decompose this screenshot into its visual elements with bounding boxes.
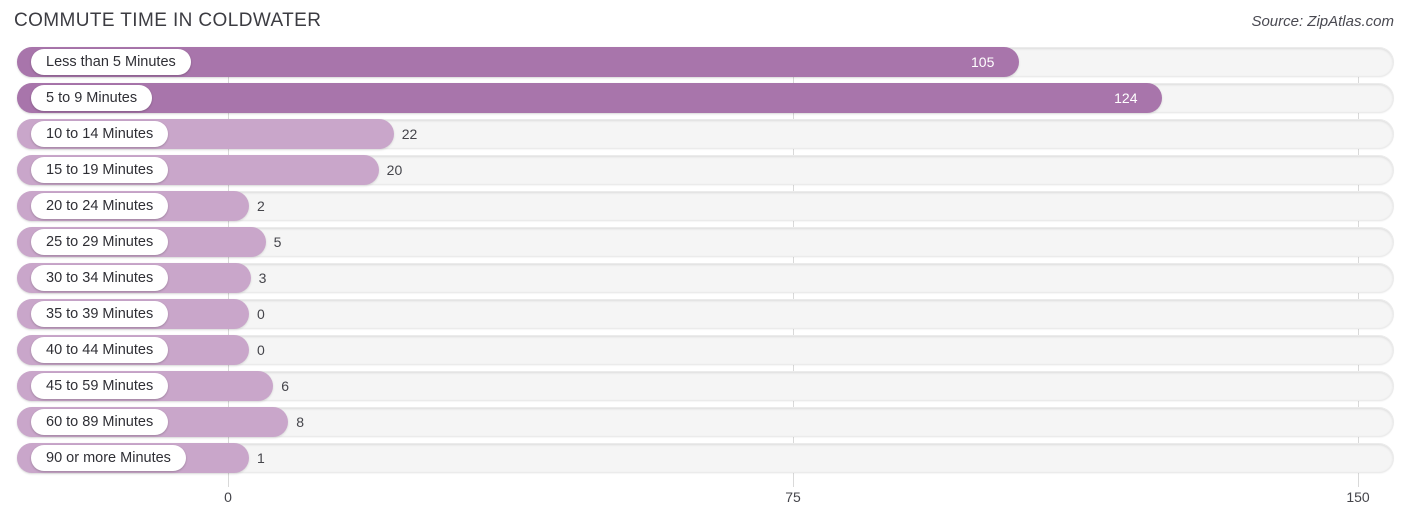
category-label: 60 to 89 Minutes — [31, 409, 169, 435]
bar-value-label: 2 — [257, 198, 265, 214]
bar-value-label: 105 — [971, 54, 995, 70]
table-row[interactable]: 20 15 to 19 Minutes — [0, 155, 1406, 185]
category-label: 20 to 24 Minutes — [31, 193, 169, 219]
table-row[interactable]: 3 30 to 34 Minutes — [0, 263, 1406, 293]
category-label: 10 to 14 Minutes — [31, 121, 169, 147]
bar[interactable] — [17, 83, 1163, 113]
category-label: 15 to 19 Minutes — [31, 157, 169, 183]
bar-rows: 105 Less than 5 Minutes 124 5 to 9 Minutes 2… — [0, 47, 1406, 479]
bar-value-label: 1 — [257, 450, 265, 466]
table-row[interactable]: 22 10 to 14 Minutes — [0, 119, 1406, 149]
category-label: Less than 5 Minutes — [31, 49, 191, 75]
category-label: 30 to 34 Minutes — [31, 265, 169, 291]
table-row[interactable]: 8 60 to 89 Minutes — [0, 407, 1406, 437]
table-row[interactable]: 6 45 to 59 Minutes — [0, 371, 1406, 401]
category-label: 25 to 29 Minutes — [31, 229, 169, 255]
table-row[interactable]: 0 35 to 39 Minutes — [0, 299, 1406, 329]
bar-value-label: 0 — [257, 306, 265, 322]
x-tick-label: 0 — [224, 489, 232, 505]
page-title: COMMUTE TIME IN COLDWATER — [14, 10, 322, 31]
bar-value-label: 3 — [258, 270, 267, 286]
x-axis: 0 75 150 — [0, 487, 1406, 523]
plot-area: 105 Less than 5 Minutes 124 5 to 9 Minutes 2… — [0, 47, 1406, 487]
chart-page: COMMUTE TIME IN COLDWATER Source: ZipAtl… — [0, 0, 1406, 523]
category-label: 90 or more Minutes — [31, 445, 186, 471]
table-row[interactable]: 1 90 or more Minutes — [0, 443, 1406, 473]
category-label: 45 to 59 Minutes — [31, 373, 169, 399]
bar-value-label: 0 — [257, 342, 265, 358]
category-label: 5 to 9 Minutes — [31, 85, 153, 111]
category-label: 35 to 39 Minutes — [31, 301, 169, 327]
source-attribution: Source: ZipAtlas.com — [1251, 13, 1394, 30]
bar-value-label: 22 — [401, 126, 418, 142]
bar-value-label: 8 — [296, 414, 305, 430]
x-tick-label: 150 — [1346, 489, 1370, 505]
table-row[interactable]: 0 40 to 44 Minutes — [0, 335, 1406, 365]
bar-value-label: 6 — [281, 378, 289, 394]
table-row[interactable]: 124 5 to 9 Minutes — [0, 83, 1406, 113]
table-row[interactable]: 2 20 to 24 Minutes — [0, 191, 1406, 221]
table-row[interactable]: 5 25 to 29 Minutes — [0, 227, 1406, 257]
bar-value-label: 20 — [386, 162, 403, 178]
table-row[interactable]: 105 Less than 5 Minutes — [0, 47, 1406, 77]
x-tick-label: 75 — [785, 489, 801, 505]
bar-value-label: 124 — [1114, 90, 1138, 106]
category-label: 40 to 44 Minutes — [31, 337, 169, 363]
bar-value-label: 5 — [273, 234, 282, 250]
